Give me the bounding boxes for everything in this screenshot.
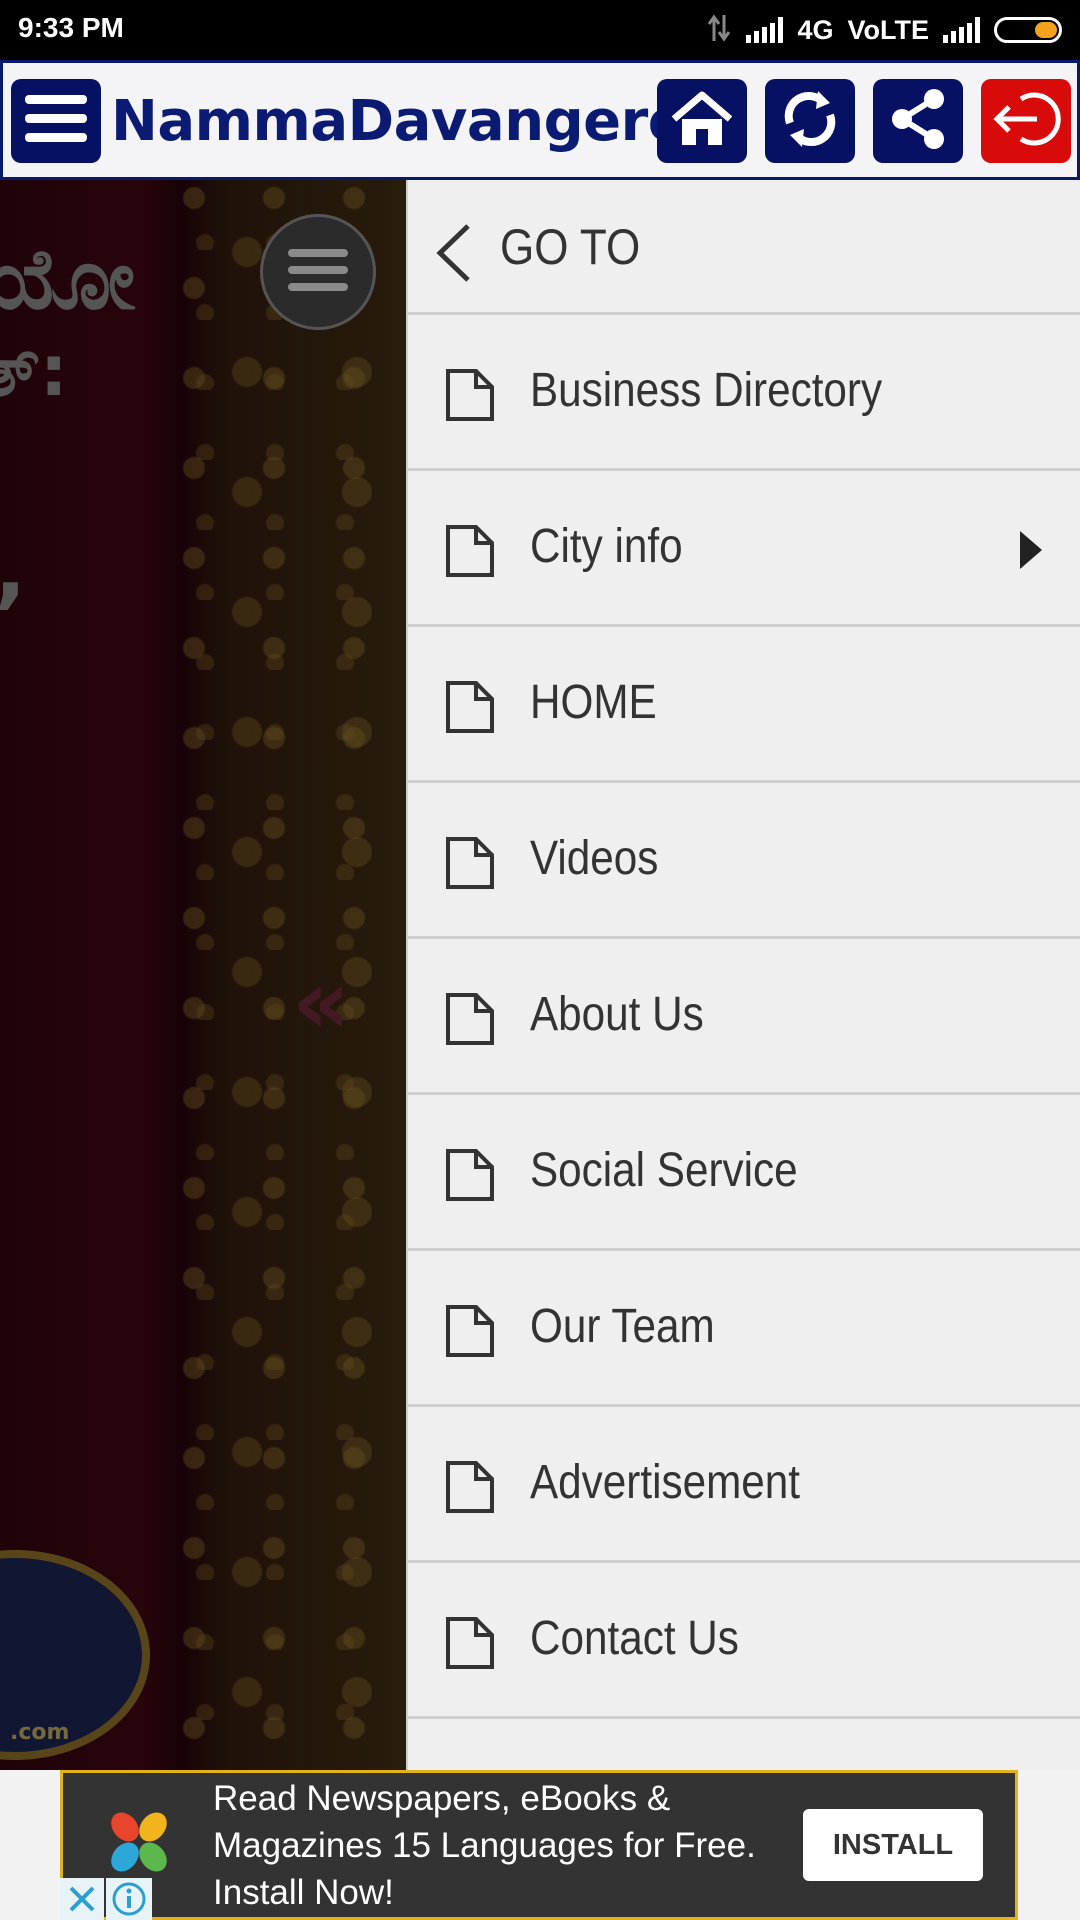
floating-menu-button[interactable] <box>260 214 376 330</box>
ad-close-icon[interactable] <box>60 1878 104 1920</box>
document-icon <box>444 679 496 739</box>
back-chevron-icon[interactable] <box>434 222 474 288</box>
refresh-button[interactable] <box>765 79 855 163</box>
menu-item-advertisement[interactable]: Advertisement <box>408 1407 1080 1563</box>
submenu-arrow-icon[interactable] <box>1018 529 1044 575</box>
menu-item-social-service[interactable]: Social Service <box>408 1095 1080 1251</box>
background-page: ಯೋ ತ್: ತ, « .com <box>0 180 406 1770</box>
battery-icon <box>994 17 1062 43</box>
home-icon <box>670 89 734 153</box>
ad-app-logo-icon <box>103 1807 173 1877</box>
menu-item-label: Business Directory <box>530 364 883 417</box>
ad-text: Read Newspapers, eBooks & Magazines 15 L… <box>213 1775 813 1916</box>
document-icon <box>444 991 496 1051</box>
data-transfer-icon <box>706 13 732 47</box>
logout-button[interactable] <box>981 79 1071 163</box>
menu-item-videos[interactable]: Videos <box>408 783 1080 939</box>
hamburger-icon <box>21 89 91 153</box>
menu-item-city-info[interactable]: City info <box>408 471 1080 627</box>
menu-item-our-team[interactable]: Our Team <box>408 1251 1080 1407</box>
share-button[interactable] <box>873 79 963 163</box>
menu-item-label: Videos <box>530 832 659 885</box>
ad-text-line: Magazines 15 Languages for Free. <box>213 1826 756 1865</box>
drawer-overlay[interactable] <box>0 180 406 1770</box>
volte-label: VoLTE <box>847 14 930 45</box>
hamburger-icon <box>286 245 350 299</box>
menu-item-label: Contact Us <box>530 1612 739 1665</box>
ad-text-line: Install Now! <box>213 1873 394 1912</box>
refresh-icon <box>778 87 842 155</box>
menu-item-label: HOME <box>530 676 657 729</box>
menu-item-contact-us[interactable]: Contact Us <box>408 1563 1080 1719</box>
menu-item-about-us[interactable]: About Us <box>408 939 1080 1095</box>
drawer-title: GO TO <box>500 219 641 275</box>
document-icon <box>444 367 496 427</box>
ad-area: Read Newspapers, eBooks & Magazines 15 L… <box>0 1770 1080 1920</box>
document-icon <box>444 1303 496 1363</box>
menu-item-label: Our Team <box>530 1300 715 1353</box>
signal-icon <box>746 17 784 43</box>
document-icon <box>444 1147 496 1207</box>
logout-icon <box>991 87 1061 155</box>
status-bar: 9:33 PM 4G VoLTE <box>0 0 1080 60</box>
ad-text-line: Read Newspapers, eBooks & <box>213 1779 671 1818</box>
ad-info-icon[interactable] <box>106 1878 152 1920</box>
menu-item-label: About Us <box>530 988 704 1041</box>
menu-item-home[interactable]: HOME <box>408 627 1080 783</box>
menu-item-business-directory[interactable]: Business Directory <box>408 315 1080 471</box>
document-icon <box>444 523 496 583</box>
navigation-drawer: GO TO Business Directory City info HOME … <box>406 180 1080 1770</box>
menu-button[interactable] <box>11 79 101 163</box>
drawer-menu: Business Directory City info HOME Videos… <box>408 315 1080 1719</box>
ad-banner[interactable]: Read Newspapers, eBooks & Magazines 15 L… <box>60 1770 1018 1920</box>
install-button[interactable]: INSTALL <box>803 1809 983 1881</box>
home-button[interactable] <box>657 79 747 163</box>
menu-item-label: Social Service <box>530 1144 798 1197</box>
document-icon <box>444 835 496 895</box>
network-type: 4G <box>797 14 834 45</box>
drawer-header[interactable]: GO TO <box>408 180 1080 315</box>
status-time: 9:33 PM <box>18 12 124 43</box>
status-icons: 4G VoLTE <box>706 12 1062 48</box>
share-icon <box>886 87 950 155</box>
signal-icon-2 <box>943 17 980 43</box>
menu-item-label: City info <box>530 520 683 573</box>
app-header: NammaDavangere <box>0 60 1080 180</box>
document-icon <box>444 1459 496 1519</box>
document-icon <box>444 1615 496 1675</box>
menu-item-label: Advertisement <box>530 1456 800 1509</box>
app-title: NammaDavangere <box>111 89 686 154</box>
